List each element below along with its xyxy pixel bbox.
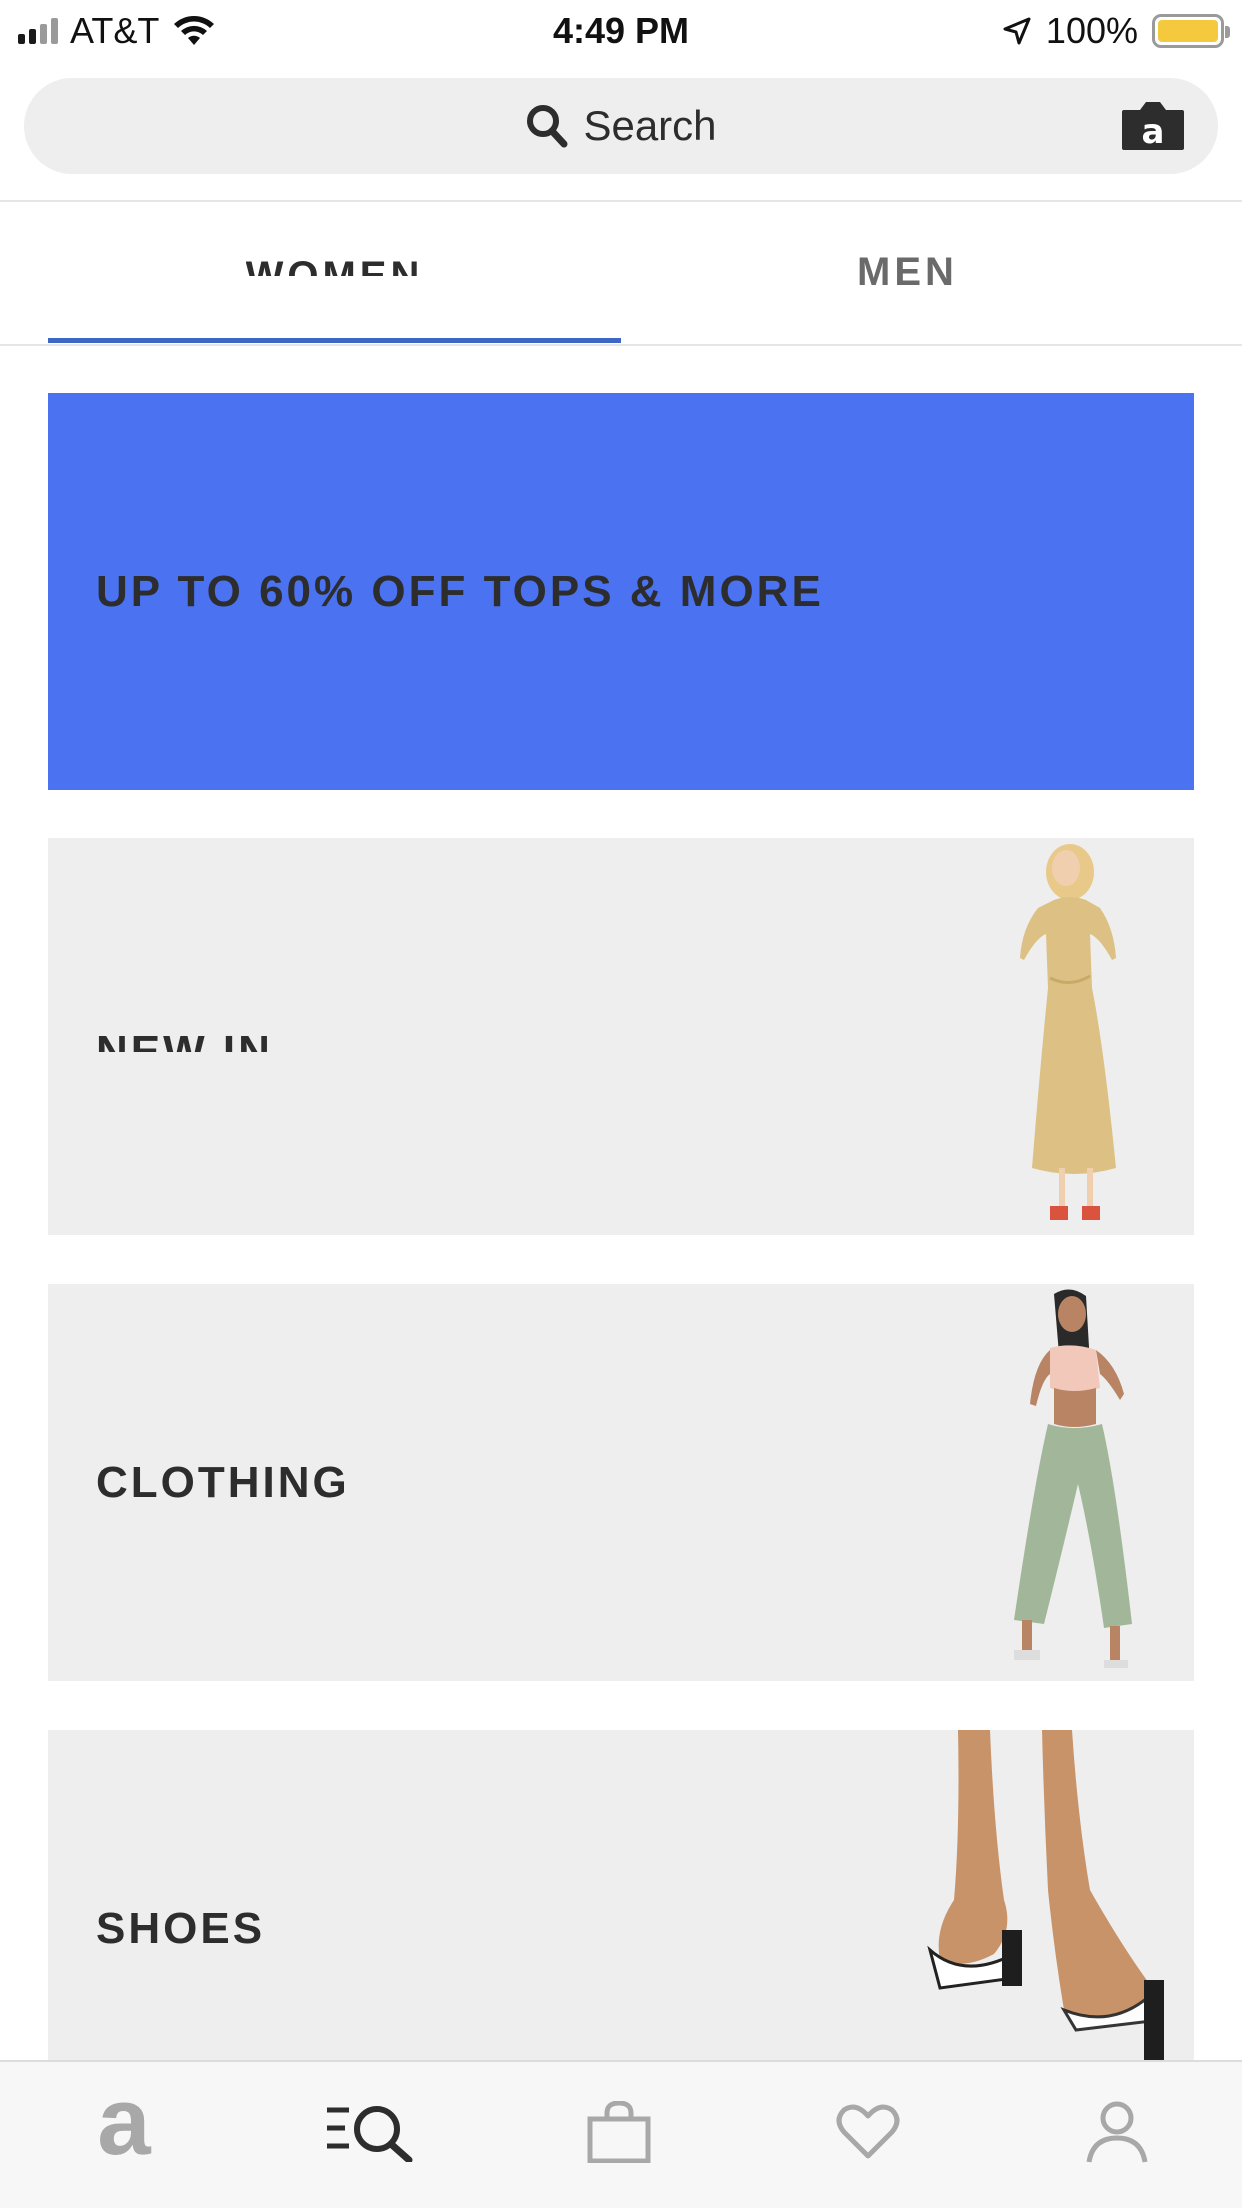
- nav-bag[interactable]: [559, 2084, 679, 2180]
- promo-banner[interactable]: UP TO 60% OFF TOPS & MORE: [48, 393, 1194, 790]
- nav-account[interactable]: [1057, 2084, 1177, 2180]
- battery-percent: 100%: [1045, 10, 1138, 51]
- shopping-bag-icon: [587, 2101, 651, 2163]
- category-label: CLOTHING: [96, 1284, 350, 1681]
- heart-icon: [836, 2104, 900, 2159]
- brand-logo-icon: a: [97, 2068, 151, 2175]
- category-card-clothing[interactable]: CLOTHING: [48, 1284, 1194, 1681]
- tab-men[interactable]: MEN: [621, 202, 1194, 342]
- category-card-new-in[interactable]: NEW IN: [48, 838, 1194, 1235]
- model-yellow-dress-image: [1020, 844, 1116, 1220]
- search-field[interactable]: Search: [24, 78, 1218, 174]
- category-label-text: SHOES: [96, 1903, 266, 1953]
- category-label-text: CLOTHING: [96, 1457, 350, 1507]
- search-placeholder: Search: [583, 102, 717, 149]
- tabs-divider: [0, 344, 1242, 346]
- status-bar: AT&T 4:49 PM 100%: [0, 0, 1242, 62]
- category-label: NEW IN: [96, 838, 273, 1235]
- visual-search-button[interactable]: a: [1120, 100, 1186, 152]
- tab-men-label: MEN: [857, 249, 958, 294]
- search-icon: [527, 105, 568, 148]
- model-green-joggers-image: [1014, 1289, 1132, 1668]
- battery-icon: [1152, 14, 1230, 48]
- location-arrow-icon: [1003, 17, 1031, 45]
- search-bar[interactable]: Search a: [24, 78, 1218, 174]
- status-right: 100%: [1002, 8, 1230, 54]
- clear-heel-mules-image: [927, 1730, 1164, 2060]
- bottom-nav: a: [0, 2060, 1242, 2208]
- tab-women-label: WOMEN: [245, 254, 424, 276]
- gender-tabs: WOMEN MEN: [0, 202, 1242, 343]
- battery-level: [1158, 20, 1218, 42]
- nav-home[interactable]: a: [64, 2074, 184, 2180]
- nav-saved[interactable]: [808, 2084, 928, 2180]
- category-label-text: NEW IN: [96, 1026, 273, 1052]
- active-tab-indicator: [48, 338, 621, 343]
- category-label: SHOES: [96, 1730, 265, 2060]
- category-card-shoes[interactable]: SHOES: [48, 1730, 1194, 2060]
- svg-text:a: a: [1142, 112, 1165, 152]
- promo-text: UP TO 60% OFF TOPS & MORE: [96, 566, 824, 616]
- camera-icon: a: [1122, 102, 1184, 152]
- search-menu-icon: [327, 2106, 413, 2162]
- user-icon: [1086, 2101, 1148, 2163]
- tab-women[interactable]: WOMEN: [48, 202, 621, 342]
- nav-search[interactable]: [310, 2084, 430, 2180]
